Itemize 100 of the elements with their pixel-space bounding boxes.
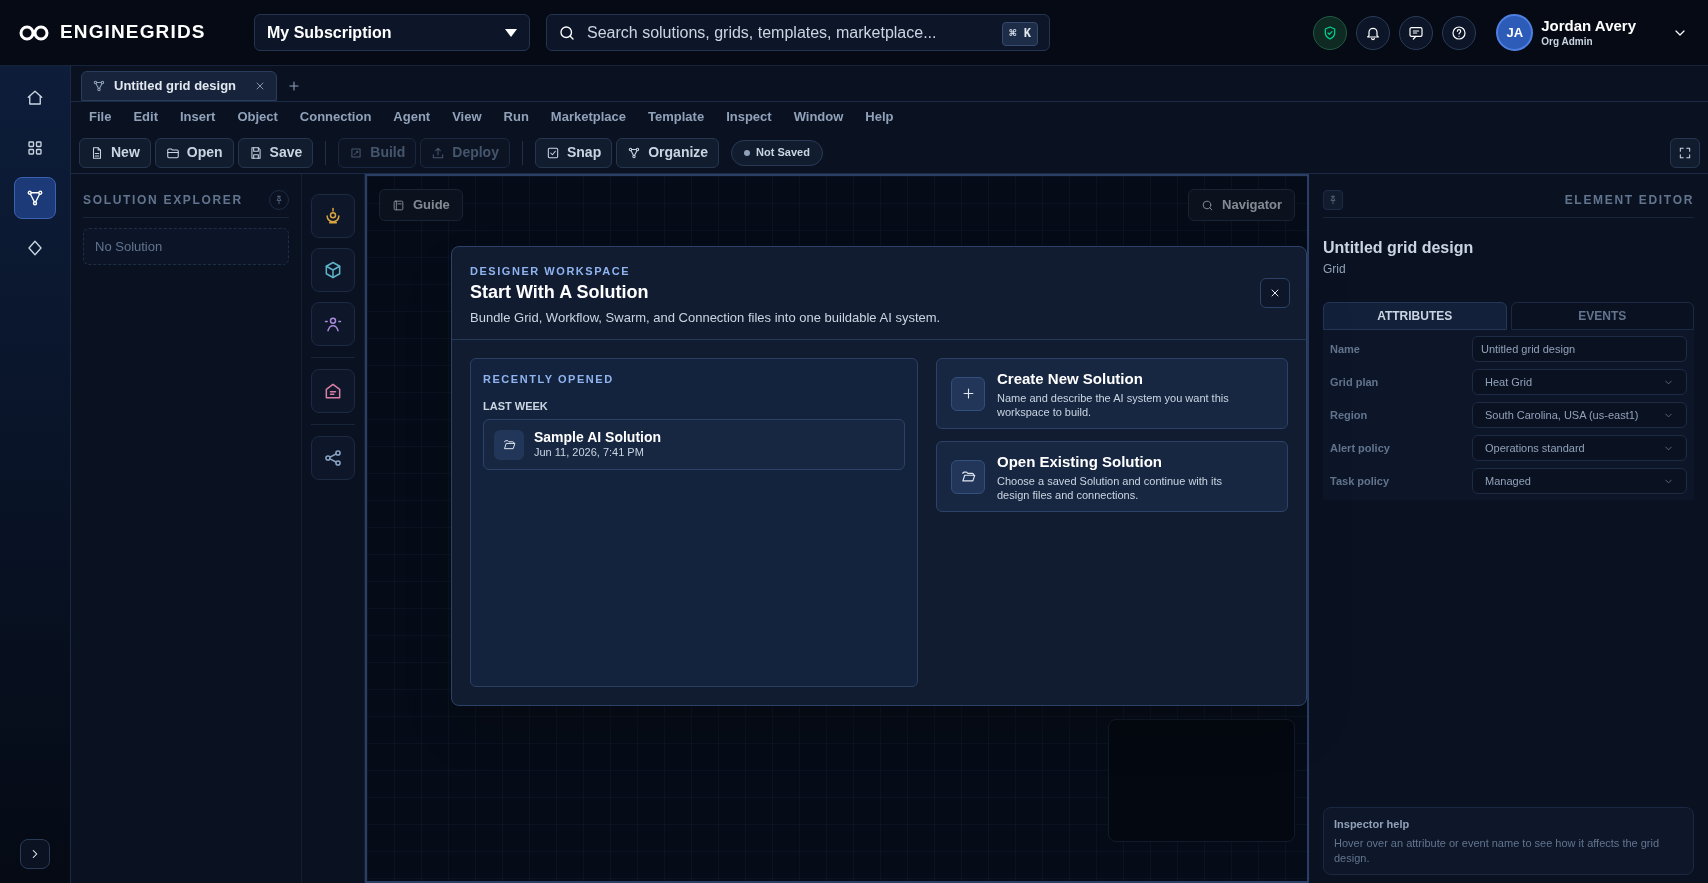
toolbar-button[interactable]: Snap <box>534 137 613 168</box>
storage-tool-button[interactable] <box>311 369 355 413</box>
menu-item[interactable]: Connection <box>299 107 372 127</box>
toolbar-button[interactable]: New <box>79 137 151 168</box>
user-avatar[interactable]: JA <box>1496 14 1534 51</box>
menu-item[interactable]: Edit <box>133 107 158 127</box>
select-field[interactable]: Operations standard <box>1472 435 1687 461</box>
card-description: Name and describe the AI system you want this workspace to build. <box>997 390 1230 419</box>
select-field[interactable]: South Carolina, USA (us-east1) <box>1472 402 1687 428</box>
card-description: Choose a saved Solution and continue with its design files and connections. <box>997 473 1224 502</box>
pin-icon <box>1328 194 1338 205</box>
snap-icon <box>545 145 560 160</box>
menu-item[interactable]: Agent <box>393 107 431 127</box>
card-title: Create New Solution <box>997 369 1144 390</box>
brand-name: ENGINEGRIDS <box>60 20 206 45</box>
solution-date: Jun 11, 2026, 7:41 PM <box>534 446 645 461</box>
user-name: Jordan Avery <box>1541 16 1636 36</box>
panel-title: SOLUTION EXPLORER <box>83 191 243 209</box>
add-tab-icon <box>287 79 302 93</box>
book-icon <box>392 198 405 212</box>
cube-tool-button[interactable] <box>311 248 355 292</box>
caret-icon <box>505 28 517 37</box>
plus-icon <box>960 386 976 401</box>
shield-check-button[interactable] <box>1313 15 1348 50</box>
menu-item[interactable]: Help <box>865 107 894 127</box>
search-icon <box>558 24 576 42</box>
field-label: Grid plan <box>1330 374 1380 390</box>
help-title: Inspector help <box>1334 816 1411 832</box>
help-icon <box>1451 24 1468 41</box>
text-field[interactable]: Untitled grid design <box>1472 336 1687 362</box>
share-tool-button[interactable] <box>311 436 355 480</box>
help-button[interactable] <box>1442 15 1477 50</box>
document-tab[interactable]: Untitled grid design <box>81 71 278 101</box>
save-icon <box>248 145 263 160</box>
panel-title: ELEMENT EDITOR <box>1564 191 1694 209</box>
close-icon <box>1269 287 1281 299</box>
subscription-dropdown[interactable]: My Subscription <box>254 14 530 51</box>
person-tool-button[interactable] <box>311 302 355 346</box>
solution-name: Sample AI Solution <box>534 428 662 447</box>
element-name: Untitled grid design <box>1323 238 1475 258</box>
modal-title: Start With A Solution <box>470 280 649 304</box>
network-icon <box>627 145 642 160</box>
menu-item[interactable]: Marketplace <box>550 107 626 127</box>
create-solution-card[interactable]: Create New Solution Name and describe the AI system you want this workspace to build. <box>936 358 1288 429</box>
help-text: Hover over an attribute or event name to see how it affects the grid design. <box>1334 836 1661 866</box>
field-label: Region <box>1330 407 1369 423</box>
group-label: LAST WEEK <box>483 398 549 414</box>
inspector-tab[interactable]: ATTRIBUTES <box>1323 302 1507 330</box>
folder-icon <box>960 469 976 484</box>
menu-item[interactable]: Object <box>237 107 278 127</box>
network-nav-button[interactable] <box>14 177 56 219</box>
beacon-tool-button[interactable] <box>311 194 355 238</box>
section-title: RECENTLY OPENED <box>483 372 615 387</box>
home-icon <box>26 89 44 107</box>
menu-item[interactable]: Insert <box>179 107 216 127</box>
shortcut-key: ⌘ K <box>1002 22 1038 46</box>
recent-solution-item[interactable]: Sample AI Solution Jun 11, 2026, 7:41 PM <box>483 419 905 470</box>
message-icon <box>1408 24 1425 41</box>
user-role: Org Admin <box>1541 35 1594 49</box>
menu-item[interactable]: File <box>89 107 112 127</box>
network-icon <box>92 79 106 93</box>
notifications-button[interactable] <box>1356 15 1391 50</box>
toolbar-button[interactable]: Open <box>154 137 234 168</box>
folder-icon <box>165 145 180 160</box>
grid-icon <box>26 139 44 157</box>
diamond-icon <box>26 239 44 257</box>
message-button[interactable] <box>1399 15 1434 50</box>
card-title: Open Existing Solution <box>997 452 1163 473</box>
menu-item[interactable]: Window <box>793 107 844 127</box>
search-icon <box>1201 198 1215 212</box>
fullscreen-button[interactable] <box>1670 137 1700 168</box>
network-icon <box>26 189 44 207</box>
build-icon <box>349 145 364 160</box>
open-solution-card[interactable]: Open Existing Solution Choose a saved Solution and continue with its design files and connections. <box>936 441 1288 512</box>
navigator-button[interactable]: Navigator <box>1188 189 1295 221</box>
inspector-tab[interactable]: EVENTS <box>1510 302 1694 330</box>
pin-icon <box>274 194 284 205</box>
fullscreen-icon <box>1678 145 1692 160</box>
modal-subtitle: Bundle Grid, Workflow, Swarm, and Connection files into one buildable AI system. <box>470 308 942 327</box>
guide-button[interactable]: Guide <box>379 189 463 221</box>
person-icon <box>323 314 343 334</box>
share-icon <box>323 448 343 468</box>
menu-item[interactable]: Run <box>503 107 529 127</box>
file-icon <box>90 145 104 160</box>
field-label: Alert policy <box>1330 440 1391 456</box>
select-field[interactable]: Managed <box>1472 468 1687 494</box>
modal-eyebrow: DESIGNER WORKSPACE <box>470 264 632 279</box>
select-field[interactable]: Heat Grid <box>1472 369 1687 395</box>
menu-item[interactable]: Inspect <box>726 107 772 127</box>
storage-icon <box>323 381 343 401</box>
folder-icon <box>502 438 516 451</box>
field-label: Name <box>1330 341 1361 357</box>
menu-item[interactable]: View <box>452 107 482 127</box>
cube-icon <box>323 260 343 280</box>
upload-icon <box>431 145 446 160</box>
menu-item[interactable]: Template <box>648 107 705 127</box>
toolbar-button[interactable]: Organize <box>616 137 720 168</box>
field-label: Task policy <box>1330 473 1391 489</box>
toolbar-button[interactable]: Save <box>237 137 314 168</box>
empty-solution-box: No Solution <box>83 228 289 265</box>
